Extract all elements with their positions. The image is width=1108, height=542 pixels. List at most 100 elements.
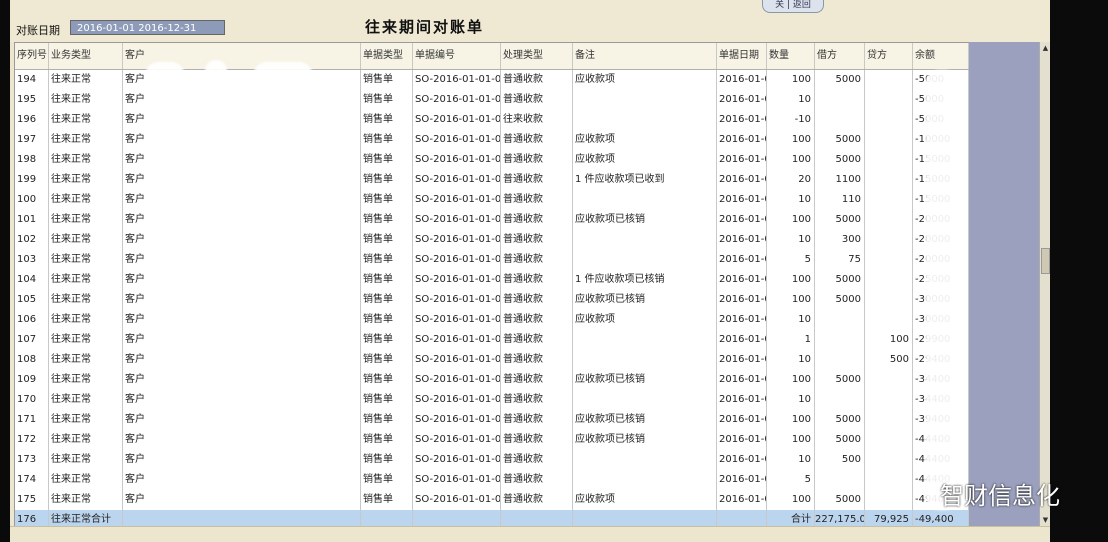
column-header-type[interactable]: 业务类型 (49, 43, 123, 69)
cell-credit (865, 130, 913, 150)
cell-note (573, 390, 717, 410)
cell-proc: 普通收款 (501, 490, 573, 510)
cell-no: SO-2016-01-01-0002 (413, 90, 501, 110)
cell-qty: 100 (767, 290, 815, 310)
privacy-blur (253, 62, 313, 122)
cell-proc: 普通收款 (501, 90, 573, 110)
cell-doc: 销售单 (361, 370, 413, 390)
vertical-scrollbar[interactable]: ▲ ▼ (1039, 42, 1050, 526)
cell-proc: 普通收款 (501, 430, 573, 450)
cell-no: SO-2016-01-01-0019 (413, 430, 501, 450)
column-header-qty[interactable]: 数量 (767, 43, 815, 69)
cell-proc: 往来收款 (501, 110, 573, 130)
cell-note: 1 件应收款项已核销 (573, 270, 717, 290)
cell-no: SO-2016-01-01-0009 (413, 230, 501, 250)
cell-credit (865, 70, 913, 90)
cell-doc: 销售单 (361, 350, 413, 370)
cell-debit: 500 (815, 450, 865, 470)
column-header-date[interactable]: 单据日期 (717, 43, 767, 69)
column-header-proc[interactable]: 处理类型 (501, 43, 573, 69)
cell-no: SO-2016-01-01-0005 (413, 150, 501, 170)
cell-proc: 普通收款 (501, 210, 573, 230)
cell-type: 往来正常 (49, 90, 123, 110)
cell-date: 2016-01-01 (717, 70, 767, 90)
scroll-up-icon[interactable]: ▲ (1041, 43, 1050, 53)
cell-date: 2016-01-01 (717, 430, 767, 450)
cell-type: 往来正常 (49, 310, 123, 330)
cell-seq: 195 (15, 90, 49, 110)
cell-date: 2016-01-01 (717, 450, 767, 470)
cell-debit: 5000 (815, 130, 865, 150)
cell-note (573, 350, 717, 370)
cell-credit (865, 410, 913, 430)
cell-debit: 5000 (815, 490, 865, 510)
cell-seq: 101 (15, 210, 49, 230)
cell-proc: 普通收款 (501, 250, 573, 270)
cell-qty: 100 (767, 210, 815, 230)
cell-credit: 100 (865, 330, 913, 350)
cell-note (573, 330, 717, 350)
cell-no: SO-2016-01-01-0017 (413, 390, 501, 410)
cell-seq: 106 (15, 310, 49, 330)
cell-doc: 销售单 (361, 110, 413, 130)
cell-no: SO-2016-01-01-0001 (413, 70, 501, 90)
cell-qty: -10 (767, 110, 815, 130)
cell-credit (865, 370, 913, 390)
cell-date: 2016-01-01 (717, 90, 767, 110)
column-header-seq[interactable]: 序列号 (15, 43, 49, 69)
cell-note: 应收款项 (573, 490, 717, 510)
cell-qty: 10 (767, 450, 815, 470)
app-window: 对账日期 2016-01-01 2016-12-31 往来期间对账单 关 | 返… (10, 0, 1050, 542)
cell-note (573, 450, 717, 470)
cell-no: SO-2016-01-01-0021 (413, 470, 501, 490)
cell-seq: 197 (15, 130, 49, 150)
cell-debit (815, 470, 865, 490)
close-return-button[interactable]: 关 | 返回 (762, 0, 824, 13)
cell-debit: 110 (815, 190, 865, 210)
report-title: 往来期间对账单 (365, 18, 485, 36)
cell-doc: 销售单 (361, 70, 413, 90)
cell-doc: 销售单 (361, 410, 413, 430)
column-header-credit[interactable]: 贷方 (865, 43, 913, 69)
cell-type: 往来正常 (49, 150, 123, 170)
scroll-thumb[interactable] (1041, 248, 1050, 274)
cell-debit (815, 330, 865, 350)
cell-proc: 普通收款 (501, 270, 573, 290)
cell-note: 应收款项已核销 (573, 210, 717, 230)
column-header-doc[interactable]: 单据类型 (361, 43, 413, 69)
date-range-field[interactable]: 2016-01-01 2016-12-31 (70, 20, 225, 35)
cell-debit: 5000 (815, 410, 865, 430)
cell-qty: 20 (767, 170, 815, 190)
cell-doc: 销售单 (361, 450, 413, 470)
cell-debit (815, 90, 865, 110)
table-row[interactable]: 175往来正常客户销售单SO-2016-01-01-0022普通收款应收款项20… (15, 490, 969, 511)
cell-proc: 普通收款 (501, 190, 573, 210)
cell-doc: 销售单 (361, 430, 413, 450)
cell-doc: 销售单 (361, 470, 413, 490)
cell-qty: 5 (767, 250, 815, 270)
cell-qty: 1 (767, 330, 815, 350)
cell-credit (865, 290, 913, 310)
column-header-debit[interactable]: 借方 (815, 43, 865, 69)
column-header-no[interactable]: 单据编号 (413, 43, 501, 69)
cell-qty: 100 (767, 130, 815, 150)
privacy-blur (265, 355, 335, 385)
cell-no: SO-2016-01-01-0003 (413, 110, 501, 130)
date-label: 对账日期 (16, 24, 60, 37)
cell-date: 2016-01-01 (717, 410, 767, 430)
cell-credit (865, 450, 913, 470)
scroll-down-icon[interactable]: ▼ (1041, 515, 1050, 525)
cell-note (573, 90, 717, 110)
column-header-bal[interactable]: 余额 (913, 43, 969, 69)
cell-note: 应收款项已核销 (573, 290, 717, 310)
cell-debit: 75 (815, 250, 865, 270)
cell-type: 往来正常 (49, 170, 123, 190)
cell-type: 往来正常 (49, 490, 123, 510)
cell-date: 2016-01-01 (717, 370, 767, 390)
cell-note: 应收款项 (573, 310, 717, 330)
cell-seq: 199 (15, 170, 49, 190)
cell-proc: 普通收款 (501, 350, 573, 370)
column-header-note[interactable]: 备注 (573, 43, 717, 69)
cell-credit (865, 90, 913, 110)
cell-proc: 普通收款 (501, 230, 573, 250)
